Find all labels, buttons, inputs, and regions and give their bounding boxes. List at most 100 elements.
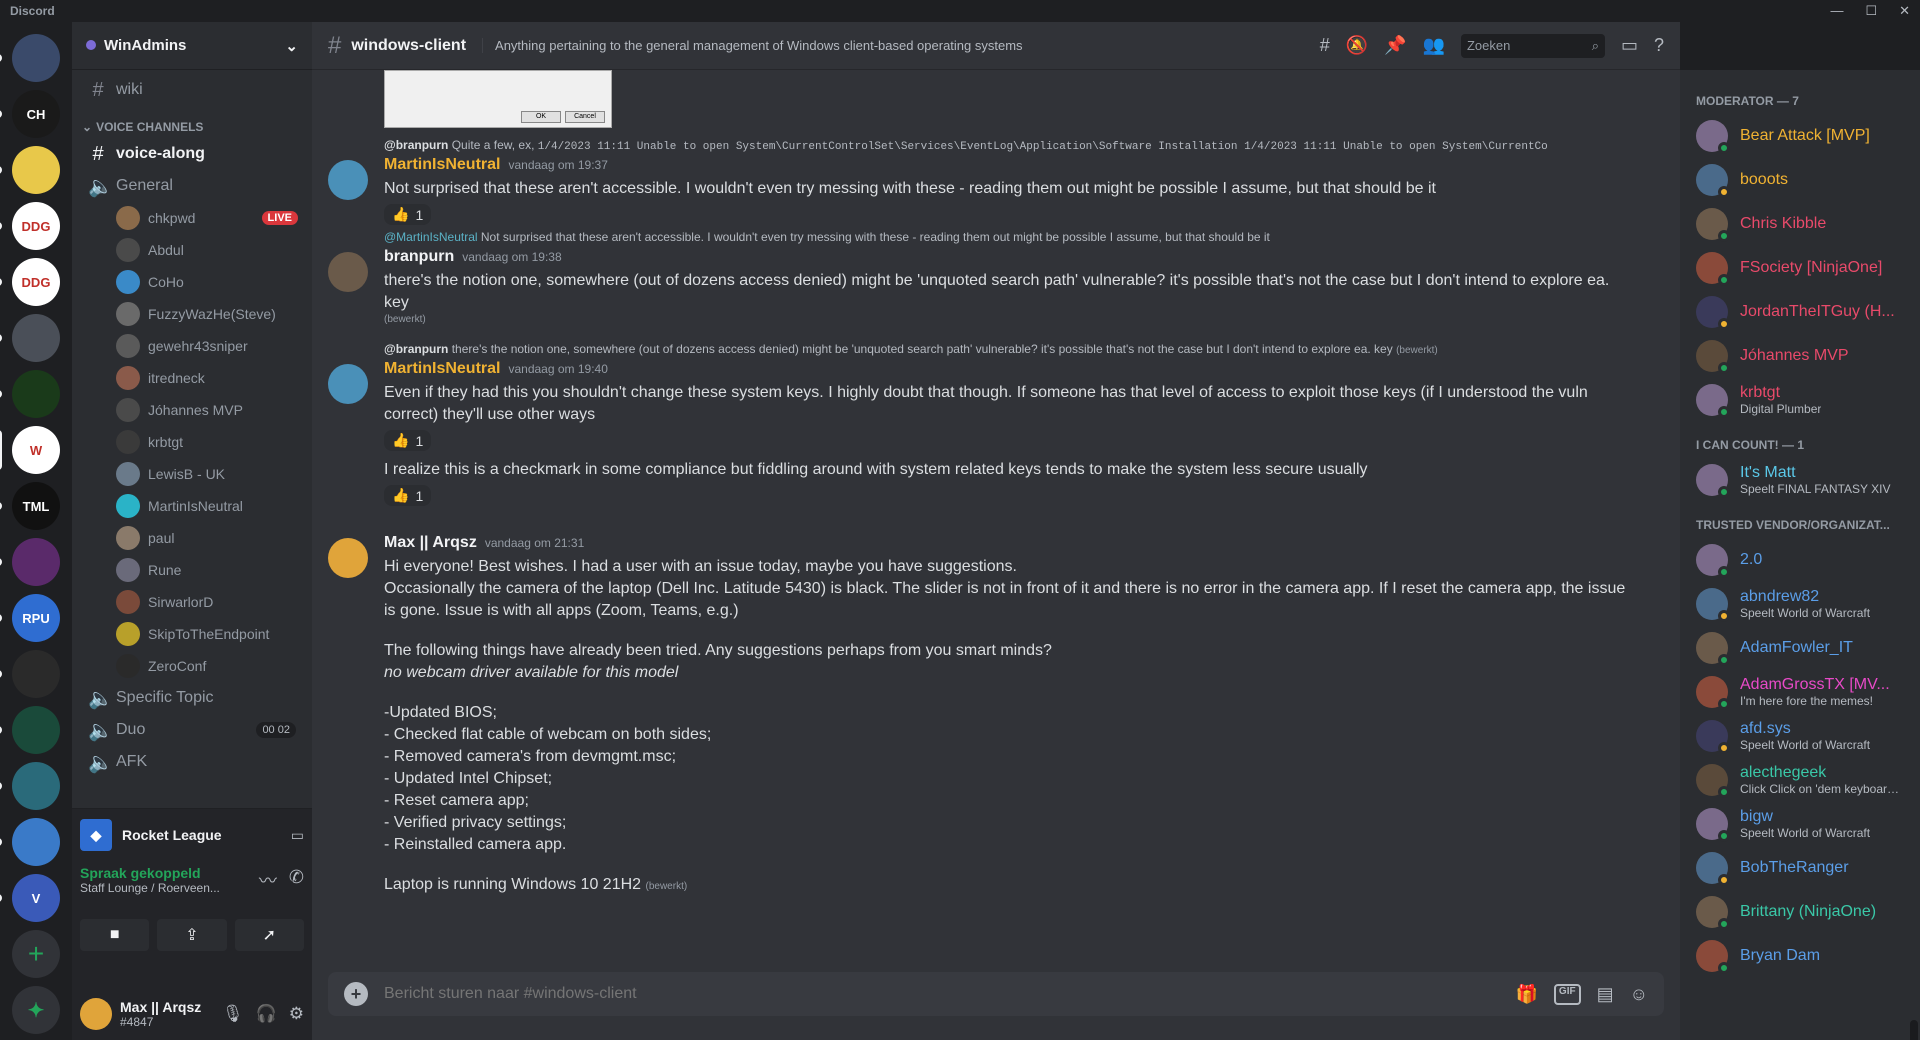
member-item[interactable]: Chris Kibble <box>1696 202 1912 246</box>
game-activity[interactable]: ◆ Rocket League ▭ <box>80 817 304 853</box>
member-item[interactable]: It's Matt Speelt FINAL FANTASY XIV <box>1696 458 1912 502</box>
reply-preview[interactable]: @branpurn there's the notion one, somewh… <box>384 342 1628 360</box>
voice-channel-name[interactable]: Staff Lounge / Roerveen... <box>80 881 220 895</box>
channel-voice-along[interactable]: # voice-along <box>80 138 304 170</box>
avatar[interactable] <box>328 538 368 578</box>
message[interactable]: @MartinIsNeutral Not surprised that thes… <box>328 230 1628 325</box>
channel-afk[interactable]: 🔈 AFK <box>80 746 304 778</box>
reaction[interactable]: 👍 1 <box>384 204 432 225</box>
reply-preview[interactable]: @branpurn Quite a few, ex, 1/4/2023 11:1… <box>384 138 1628 156</box>
member-item[interactable]: abndrew82 Speelt World of Warcraft <box>1696 582 1912 626</box>
maximize-icon[interactable]: ☐ <box>1865 3 1877 19</box>
channel-specific-topic[interactable]: 🔈 Specific Topic <box>80 682 304 714</box>
mute-bell-icon[interactable]: 🔕 <box>1346 35 1368 56</box>
activity-button[interactable]: ➚ <box>234 919 304 951</box>
member-item[interactable]: booots <box>1696 158 1912 202</box>
help-icon[interactable]: ? <box>1654 35 1664 56</box>
channel-topic[interactable]: Anything pertaining to the general manag… <box>482 38 1023 53</box>
voice-user[interactable]: ZeroConf <box>80 650 304 682</box>
members-icon[interactable]: 👥 <box>1423 35 1445 56</box>
voice-user[interactable]: SirwarlorD <box>80 586 304 618</box>
voice-user[interactable]: LewisB - UK <box>80 458 304 490</box>
reply-preview[interactable]: @MartinIsNeutral Not surprised that thes… <box>384 230 1628 248</box>
message-author[interactable]: Max || Arqsz <box>384 534 477 552</box>
scrollbar[interactable] <box>1910 1020 1918 1040</box>
avatar[interactable] <box>328 364 368 404</box>
server-icon[interactable] <box>0 34 60 82</box>
member-item[interactable]: JordanTheITGuy (H... <box>1696 290 1912 334</box>
gear-icon[interactable]: ⚙ <box>289 1004 304 1024</box>
emoji-icon[interactable]: ☺ <box>1630 984 1648 1005</box>
gift-icon[interactable]: 🎁 <box>1516 984 1538 1005</box>
voice-user[interactable]: krbtgt <box>80 426 304 458</box>
inbox-icon[interactable]: ▭ <box>1621 35 1638 56</box>
avatar[interactable] <box>328 160 368 200</box>
member-item[interactable]: Jóhannes MVP <box>1696 334 1912 378</box>
voice-status[interactable]: Spraak gekoppeld <box>80 865 220 881</box>
member-item[interactable]: BobTheRanger <box>1696 846 1912 890</box>
server-header[interactable]: WinAdmins ⌄ <box>72 22 312 70</box>
voice-user[interactable]: SkipToTheEndpoint <box>80 618 304 650</box>
chevron-down-icon[interactable]: ⌄ <box>285 37 298 55</box>
voice-user[interactable]: paul <box>80 522 304 554</box>
avatar[interactable] <box>80 998 112 1030</box>
screenshot-attachment[interactable]: OK Cancel <box>384 70 612 128</box>
channel-general[interactable]: 🔈 General <box>80 170 304 202</box>
member-item[interactable]: 2.0 <box>1696 538 1912 582</box>
member-item[interactable]: AdamFowler_IT <box>1696 626 1912 670</box>
pin-icon[interactable]: 📌 <box>1384 35 1406 56</box>
voice-user[interactable]: Rune <box>80 554 304 586</box>
server-icon[interactable] <box>0 818 60 866</box>
reaction[interactable]: 👍 1 <box>384 430 432 451</box>
avatar[interactable] <box>328 252 368 292</box>
voice-user[interactable]: Abdul <box>80 234 304 266</box>
server-icon[interactable] <box>0 314 60 362</box>
channel-wiki[interactable]: # wiki <box>80 74 304 106</box>
message[interactable]: @branpurn Quite a few, ex, 1/4/2023 11:1… <box>328 138 1628 229</box>
voice-user[interactable]: itredneck <box>80 362 304 394</box>
voice-user[interactable]: chkpwd LIVE <box>80 202 304 234</box>
server-icon[interactable] <box>0 706 60 754</box>
message-author[interactable]: MartinIsNeutral <box>384 156 500 174</box>
member-item[interactable]: afd.sys Speelt World of Warcraft <box>1696 714 1912 758</box>
reaction[interactable]: 👍 1 <box>384 485 432 506</box>
channel-duo[interactable]: 🔈 Duo 00 02 <box>80 714 304 746</box>
server-icon[interactable]: RPU <box>0 594 60 642</box>
server-icon[interactable]: DDG <box>0 202 60 250</box>
member-item[interactable]: Bear Attack [MVP] <box>1696 114 1912 158</box>
minimize-icon[interactable]: — <box>1830 3 1843 19</box>
headphones-icon[interactable]: 🎧 <box>256 1004 277 1024</box>
member-item[interactable]: bigw Speelt World of Warcraft <box>1696 802 1912 846</box>
server-icon[interactable] <box>0 650 60 698</box>
search-input[interactable]: Zoeken ⌕ <box>1460 33 1605 58</box>
camera-button[interactable]: ■ <box>80 919 150 951</box>
server-icon[interactable] <box>0 370 60 418</box>
category-voice-channels[interactable]: ⌄ VOICE CHANNELS <box>80 106 304 138</box>
message[interactable]: Max || Arqsz vandaag om 21:31 Hi everyon… <box>328 534 1628 898</box>
voice-user[interactable]: MartinIsNeutral <box>80 490 304 522</box>
server-icon[interactable]: TML <box>0 482 60 530</box>
server-icon[interactable] <box>0 762 60 810</box>
screen-share-icon[interactable]: ▭ <box>291 827 304 844</box>
voice-user[interactable]: FuzzyWazHe(Steve) <box>80 298 304 330</box>
member-item[interactable]: alecthegeek Click Click on 'dem keyboards… <box>1696 758 1912 802</box>
member-item[interactable]: AdamGrossTX [MV... I'm here fore the meme… <box>1696 670 1912 714</box>
noise-suppression-icon[interactable]: 〰 <box>259 867 277 893</box>
server-icon[interactable]: DDG <box>0 258 60 306</box>
voice-user[interactable]: CoHo <box>80 266 304 298</box>
server-icon[interactable]: CH <box>0 90 60 138</box>
message-author[interactable]: MartinIsNeutral <box>384 360 500 378</box>
gif-icon[interactable]: GIF <box>1553 983 1581 1005</box>
server-icon[interactable]: V <box>0 874 60 922</box>
share-screen-button[interactable]: ⇪ <box>157 919 227 951</box>
server-icon[interactable]: W <box>0 426 60 474</box>
server-icon[interactable] <box>0 538 60 586</box>
threads-icon[interactable]: # <box>1320 35 1330 56</box>
voice-user[interactable]: gewehr43sniper <box>80 330 304 362</box>
member-item[interactable]: krbtgt Digital Plumber <box>1696 378 1912 422</box>
add-server-button[interactable]: + <box>12 930 60 978</box>
message-author[interactable]: branpurn <box>384 248 454 266</box>
disconnect-icon[interactable]: ✆ <box>289 867 304 893</box>
sticker-icon[interactable]: ▤ <box>1597 984 1614 1005</box>
close-icon[interactable]: ✕ <box>1899 3 1910 19</box>
